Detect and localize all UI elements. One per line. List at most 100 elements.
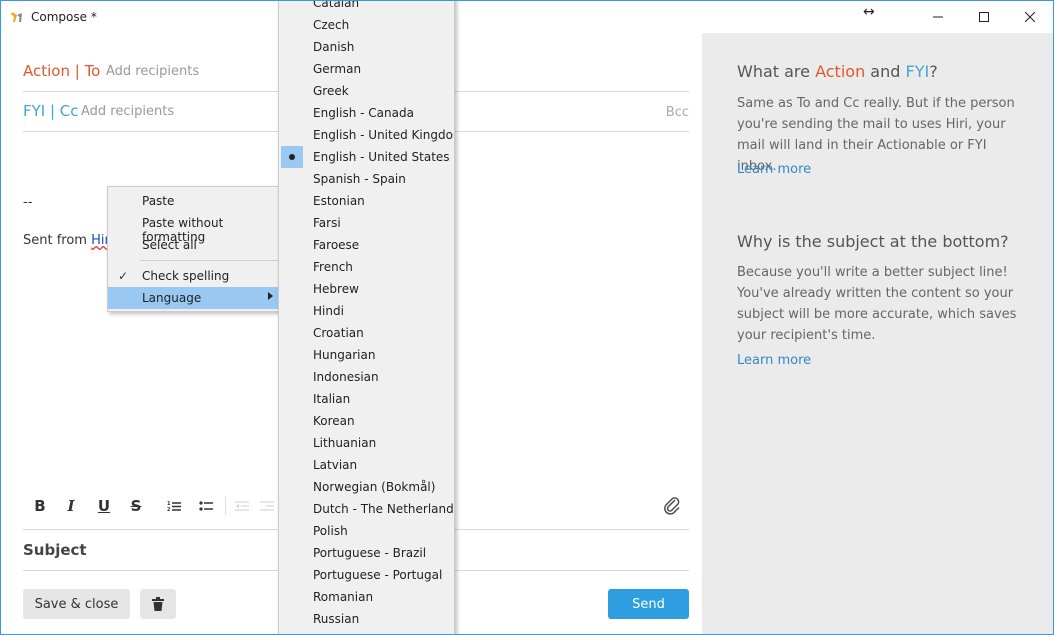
language-item[interactable]: English - Canada xyxy=(279,102,454,124)
checkmark-icon: ✓ xyxy=(118,269,129,283)
language-item[interactable]: Catalan xyxy=(279,0,454,14)
language-item-label: Hindi xyxy=(313,304,344,318)
language-item[interactable]: English - United Kingdom xyxy=(279,124,454,146)
language-item[interactable]: Dutch - The Netherlands xyxy=(279,498,454,520)
language-item-label: Farsi xyxy=(313,216,341,230)
menu-item-label: Paste xyxy=(142,194,175,208)
maximize-icon xyxy=(979,12,989,22)
decrease-indent-button[interactable] xyxy=(231,495,253,517)
language-item[interactable]: Norwegian (Bokmål) xyxy=(279,476,454,498)
underline-button[interactable]: U xyxy=(93,495,115,517)
minimize-button[interactable] xyxy=(915,1,961,33)
close-button[interactable] xyxy=(1007,1,1053,33)
language-item-label: Catalan xyxy=(313,0,360,10)
signature-line[interactable]: Sent from Hiri xyxy=(23,233,113,248)
menu-item-paste-without-formatting[interactable]: Paste without formatting xyxy=(108,212,280,244)
outdent-icon xyxy=(235,501,249,511)
language-item-label: Polish xyxy=(313,524,348,538)
toolbar-divider xyxy=(225,497,226,515)
language-item-label: Latvian xyxy=(313,458,358,472)
context-menu: Paste Paste without formatting Select al… xyxy=(107,186,281,312)
paperclip-icon[interactable] xyxy=(661,495,683,517)
language-item[interactable]: Indonesian xyxy=(279,366,454,388)
language-item-label: Estonian xyxy=(313,194,365,208)
language-item-label: Norwegian (Bokmål) xyxy=(313,480,436,494)
signature-separator: -- xyxy=(23,195,33,210)
language-item[interactable]: English - United States xyxy=(279,146,454,168)
language-item[interactable]: Spanish - Spain xyxy=(279,168,454,190)
language-item[interactable]: Greek xyxy=(279,80,454,102)
hiri-logo-icon xyxy=(11,12,22,22)
sent-from-text: Sent from xyxy=(23,233,92,248)
help-body-subject: Because you'll write a better subject li… xyxy=(737,265,1017,343)
language-item[interactable]: Faroese xyxy=(279,234,454,256)
menu-divider xyxy=(140,260,280,261)
language-item-label: German xyxy=(313,62,362,76)
minimize-icon xyxy=(933,16,943,18)
menu-item-language[interactable]: Language xyxy=(108,287,280,309)
maximize-button[interactable] xyxy=(961,1,1007,33)
help-title-action: Action xyxy=(815,62,866,81)
language-item-label: Croatian xyxy=(313,326,364,340)
compose-window: Compose * ↔ Action | To Add recipients F… xyxy=(0,0,1054,635)
language-item[interactable]: Hindi xyxy=(279,300,454,322)
help-title-suffix: ? xyxy=(929,62,938,81)
language-item[interactable]: Romanian xyxy=(279,586,454,608)
language-item[interactable]: Czech xyxy=(279,14,454,36)
fyi-cc-label: FYI | Cc xyxy=(23,102,79,120)
action-to-label: Action | To xyxy=(23,62,101,80)
title-bar[interactable]: Compose * ↔ xyxy=(1,1,1053,33)
language-item[interactable]: Portuguese - Brazil xyxy=(279,542,454,564)
learn-more-link-1[interactable]: Learn more xyxy=(737,162,811,177)
language-item-label: Portuguese - Portugal xyxy=(313,568,443,582)
language-item[interactable]: Korean xyxy=(279,410,454,432)
bold-button[interactable]: B xyxy=(29,495,51,517)
numbered-list-button[interactable]: 1 2 xyxy=(163,495,185,517)
menu-item-select-all[interactable]: Select all xyxy=(108,234,280,256)
save-close-button[interactable]: Save & close xyxy=(23,589,130,619)
language-item[interactable]: Farsi xyxy=(279,212,454,234)
fyi-recipients-input[interactable]: Add recipients xyxy=(81,104,174,119)
help-title-action-fyi: What are Action and FYI? xyxy=(737,62,938,81)
language-item-label: Dutch - The Netherlands xyxy=(313,502,455,516)
delete-draft-button[interactable] xyxy=(140,589,176,619)
help-title-prefix: What are xyxy=(737,62,816,81)
italic-button[interactable]: I xyxy=(60,495,82,517)
subject-label: Subject xyxy=(23,541,87,559)
svg-text:2: 2 xyxy=(167,507,171,512)
language-item[interactable]: Lithuanian xyxy=(279,432,454,454)
language-item[interactable]: Russian xyxy=(279,608,454,630)
bullet-list-icon xyxy=(199,501,213,511)
increase-indent-button[interactable] xyxy=(259,495,275,517)
close-icon xyxy=(1025,12,1035,22)
language-item[interactable]: Croatian xyxy=(279,322,454,344)
strikethrough-button[interactable]: S xyxy=(125,495,147,517)
learn-more-link-2[interactable]: Learn more xyxy=(737,353,811,368)
language-item[interactable]: Latvian xyxy=(279,454,454,476)
menu-item-paste[interactable]: Paste xyxy=(108,190,280,212)
language-item[interactable]: Hungarian xyxy=(279,344,454,366)
indent-icon xyxy=(260,501,274,511)
bullet-list-button[interactable] xyxy=(195,495,217,517)
language-item[interactable]: German xyxy=(279,58,454,80)
action-recipients-input[interactable]: Add recipients xyxy=(106,64,199,79)
resize-arrows-icon[interactable]: ↔ xyxy=(863,4,875,20)
language-item-label: Portuguese - Brazil xyxy=(313,546,427,560)
language-item-label: Greek xyxy=(313,84,349,98)
menu-item-label: Language xyxy=(142,291,202,305)
language-item-label: Indonesian xyxy=(313,370,379,384)
language-item[interactable]: Serbian (Latin) xyxy=(279,630,454,634)
language-item[interactable]: French xyxy=(279,256,454,278)
language-item[interactable]: Portuguese - Portugal xyxy=(279,564,454,586)
language-item-label: English - United States xyxy=(313,150,450,164)
language-item[interactable]: Danish xyxy=(279,36,454,58)
language-item[interactable]: Italian xyxy=(279,388,454,410)
language-item-label: Faroese xyxy=(313,238,360,252)
language-item-label: Spanish - Spain xyxy=(313,172,406,186)
send-button[interactable]: Send xyxy=(608,589,689,619)
language-item[interactable]: Polish xyxy=(279,520,454,542)
language-item[interactable]: Estonian xyxy=(279,190,454,212)
language-item[interactable]: Hebrew xyxy=(279,278,454,300)
bcc-button[interactable]: Bcc xyxy=(666,105,689,120)
menu-item-check-spelling[interactable]: ✓ Check spelling xyxy=(108,265,280,287)
